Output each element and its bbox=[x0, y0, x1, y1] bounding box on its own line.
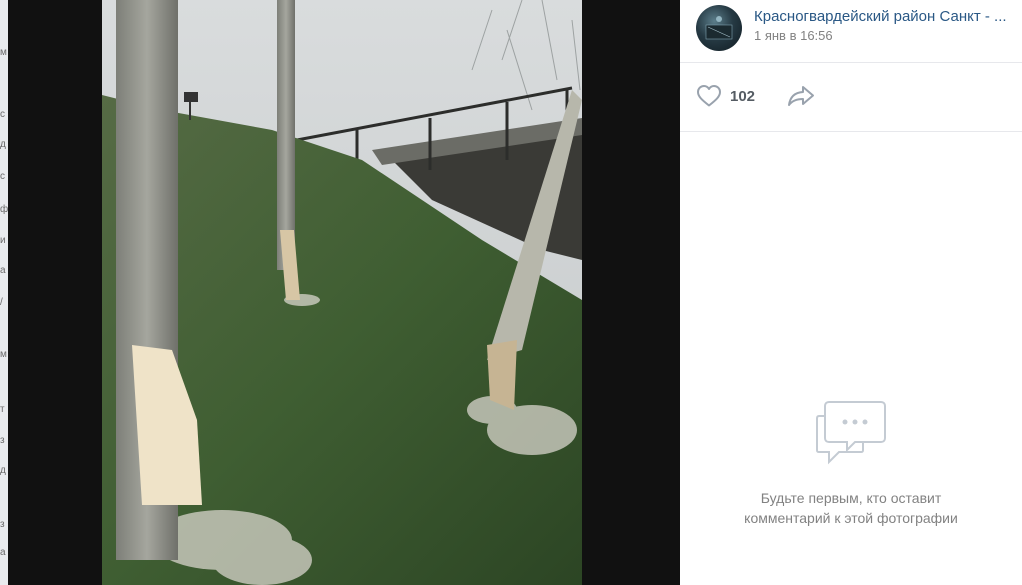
comments-empty-text: Будьте первым, кто оставит комментарий к… bbox=[680, 488, 1022, 528]
post-header: Красногвардейский район Санкт - ... 1 ян… bbox=[680, 0, 1022, 63]
comments-empty-line-1: Будьте первым, кто оставит bbox=[760, 490, 942, 506]
post-photo[interactable] bbox=[102, 0, 582, 585]
background-page-strip: мсд сфи а / м тзд за bbox=[0, 0, 8, 585]
avatar-image bbox=[705, 16, 733, 40]
chat-bubbles-icon bbox=[816, 401, 886, 465]
like-count: 102 bbox=[730, 87, 756, 105]
photo-image bbox=[102, 0, 582, 585]
community-avatar[interactable] bbox=[696, 5, 742, 51]
photo-viewer bbox=[8, 0, 680, 585]
post-side-panel: Красногвардейский район Санкт - ... 1 ян… bbox=[680, 0, 1022, 585]
like-button[interactable]: 102 bbox=[696, 83, 755, 109]
post-actions: 102 bbox=[680, 63, 1022, 132]
post-author-link[interactable]: Красногвардейский район Санкт - ... bbox=[754, 8, 1012, 25]
share-arrow-icon bbox=[788, 86, 814, 106]
share-button[interactable] bbox=[786, 84, 816, 108]
comments-empty-line-2: комментарий к этой фотографии bbox=[744, 510, 958, 526]
comments-empty-state: Будьте первым, кто оставит комментарий к… bbox=[680, 400, 1022, 528]
heart-icon bbox=[697, 85, 721, 107]
post-date[interactable]: 1 янв в 16:56 bbox=[754, 28, 833, 43]
